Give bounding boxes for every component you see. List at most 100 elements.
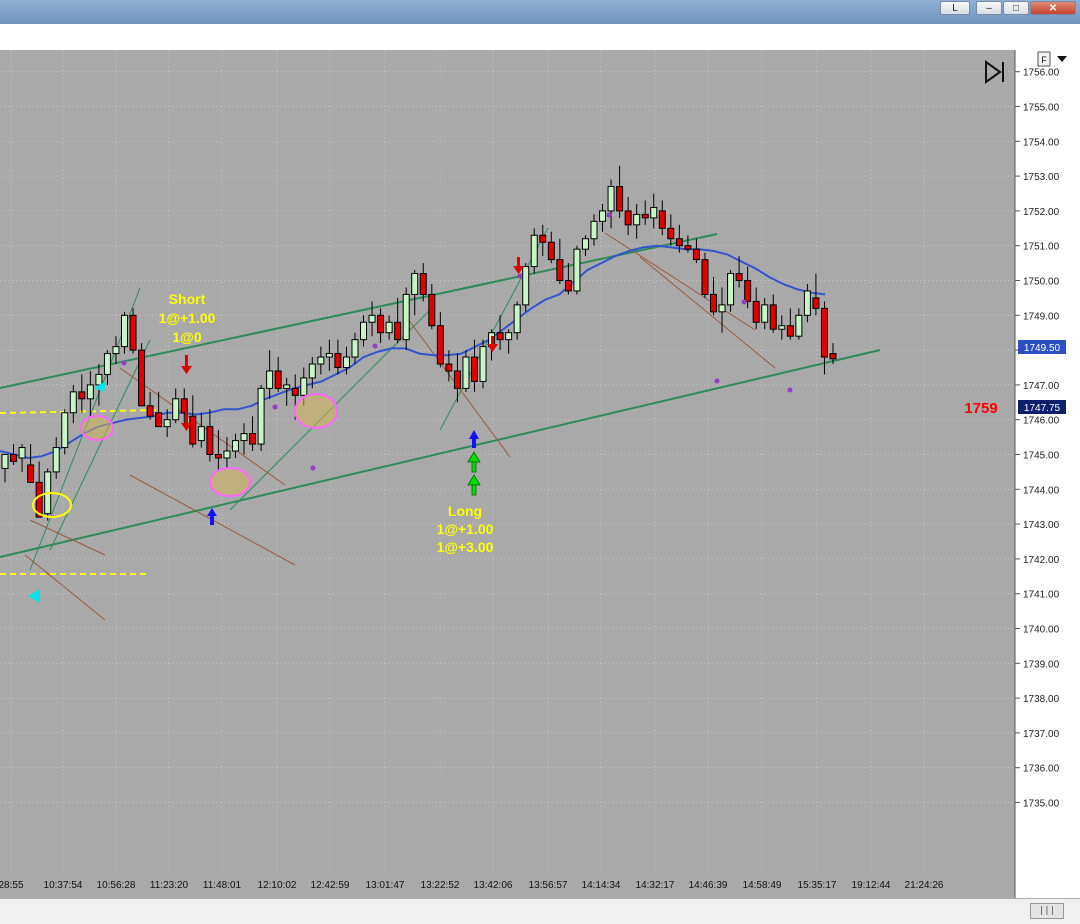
candle-body [564, 280, 572, 292]
pink-circle-marker-1 [80, 415, 114, 441]
candle-body [402, 293, 410, 341]
x-tick-label: 14:14:34 [582, 880, 621, 891]
candle-body [453, 370, 461, 389]
candle-body [675, 238, 683, 247]
ma-price-label-text: 1749.50 [1024, 343, 1061, 354]
x-tick-label: 11:23:20 [150, 880, 189, 891]
candle-body [547, 241, 555, 261]
candle-body [266, 370, 274, 389]
swing-dot [787, 387, 793, 393]
candle-body [308, 363, 316, 379]
x-tick-label: 14:58:49 [743, 880, 782, 891]
candle-body [146, 405, 154, 417]
candle-body [300, 377, 308, 396]
candle-body [436, 325, 444, 365]
short-annotation-line-2: 1@0 [172, 329, 201, 345]
candle-body [69, 391, 77, 414]
candle [138, 343, 146, 407]
x-tick-label: 13:22:52 [421, 880, 460, 891]
y-tick-label: 1742.00 [1023, 555, 1060, 566]
candle-body [718, 304, 726, 313]
y-tick-label: 1754.00 [1023, 137, 1060, 148]
candle [573, 245, 581, 295]
scroll-grip[interactable]: ||| [1030, 903, 1064, 919]
swing-dot [741, 299, 747, 305]
f-button[interactable]: F [1037, 51, 1051, 67]
candle-body [368, 314, 376, 323]
last-price-label-text: 1747.75 [1024, 403, 1061, 414]
candle-body [95, 373, 103, 386]
candle-body [820, 307, 828, 358]
y-tick-label: 1750.00 [1023, 277, 1060, 288]
candle-body [112, 346, 120, 355]
candle-body [249, 433, 257, 445]
candle-body [214, 454, 222, 459]
x-tick-label: 21:24:26 [905, 880, 944, 891]
candle-body [462, 356, 470, 389]
close-button[interactable]: ✕ [1030, 1, 1076, 15]
candle-body [163, 419, 171, 428]
chart-background [0, 50, 1015, 898]
minimize-button[interactable]: – [976, 1, 1002, 15]
candle [257, 384, 265, 452]
x-tick-label: 14:32:17 [636, 880, 675, 891]
price-chart[interactable]: 1735.00 1736.00 1737.00 1738.00 1739.00 1740.… [0, 50, 1080, 898]
candle-body [385, 321, 393, 334]
candle-body [701, 259, 709, 295]
short-annotation-line-1: 1@+1.00 [159, 310, 216, 326]
y-tick-label: 1737.00 [1023, 729, 1060, 740]
candle-body [334, 353, 342, 368]
candle-body [692, 248, 700, 261]
y-tick-label: 1740.00 [1023, 625, 1060, 636]
candle-body [129, 314, 137, 351]
candle-body [496, 332, 504, 341]
candle-body [283, 384, 291, 389]
candle [479, 339, 487, 389]
candle-body [744, 280, 752, 302]
candle-body [769, 304, 777, 330]
x-tick-label: 11:48:01 [203, 880, 242, 891]
candle-body [658, 210, 666, 229]
last-price-label: 1747.75 [1018, 400, 1066, 414]
y-tick-label: 1744.00 [1023, 485, 1060, 496]
candle-body [223, 450, 231, 459]
maximize-button[interactable]: □ [1003, 1, 1029, 15]
candle-body [727, 273, 735, 306]
y-tick-label: 1755.00 [1023, 103, 1060, 114]
link-button[interactable]: L [940, 1, 970, 15]
candle-body [78, 391, 86, 400]
long-annotation-line-2: 1@+3.00 [437, 539, 494, 555]
y-tick-label: 1743.00 [1023, 520, 1060, 531]
candle-body [257, 387, 265, 445]
candle-body [650, 206, 658, 219]
x-tick-label: 12:10:02 [258, 880, 297, 891]
bottom-scrollbar[interactable]: ||| [0, 898, 1080, 924]
y-tick-label: 1756.00 [1023, 68, 1060, 79]
candle-body [812, 297, 820, 309]
candle-body [103, 353, 111, 375]
y-tick-label: 1745.00 [1023, 451, 1060, 462]
y-tick-label: 1736.00 [1023, 764, 1060, 775]
candle-body [624, 210, 632, 226]
candle-body [667, 227, 675, 240]
level-text: 1759 [964, 400, 997, 417]
y-tick-label: 1741.00 [1023, 590, 1060, 601]
candle-body [513, 304, 521, 334]
candle-body [325, 353, 333, 358]
y-tick-label: 1747.00 [1023, 381, 1060, 392]
candle-body [317, 356, 325, 365]
y-tick-label: 1752.00 [1023, 207, 1060, 218]
candle-body [172, 398, 180, 421]
candle-body [522, 266, 530, 306]
y-tick-label: 1746.00 [1023, 416, 1060, 427]
x-tick-label: 12:42:59 [311, 880, 350, 891]
candle-body [180, 398, 188, 414]
x-tick-label: 14:46:39 [689, 880, 728, 891]
candle-body [197, 426, 205, 442]
candle [61, 409, 69, 455]
candle-body [342, 356, 350, 368]
long-annotation-line-1: 1@+1.00 [437, 521, 494, 537]
pink-circle-marker-2 [209, 467, 251, 497]
candle-body [795, 314, 803, 337]
swing-dot [272, 404, 278, 410]
